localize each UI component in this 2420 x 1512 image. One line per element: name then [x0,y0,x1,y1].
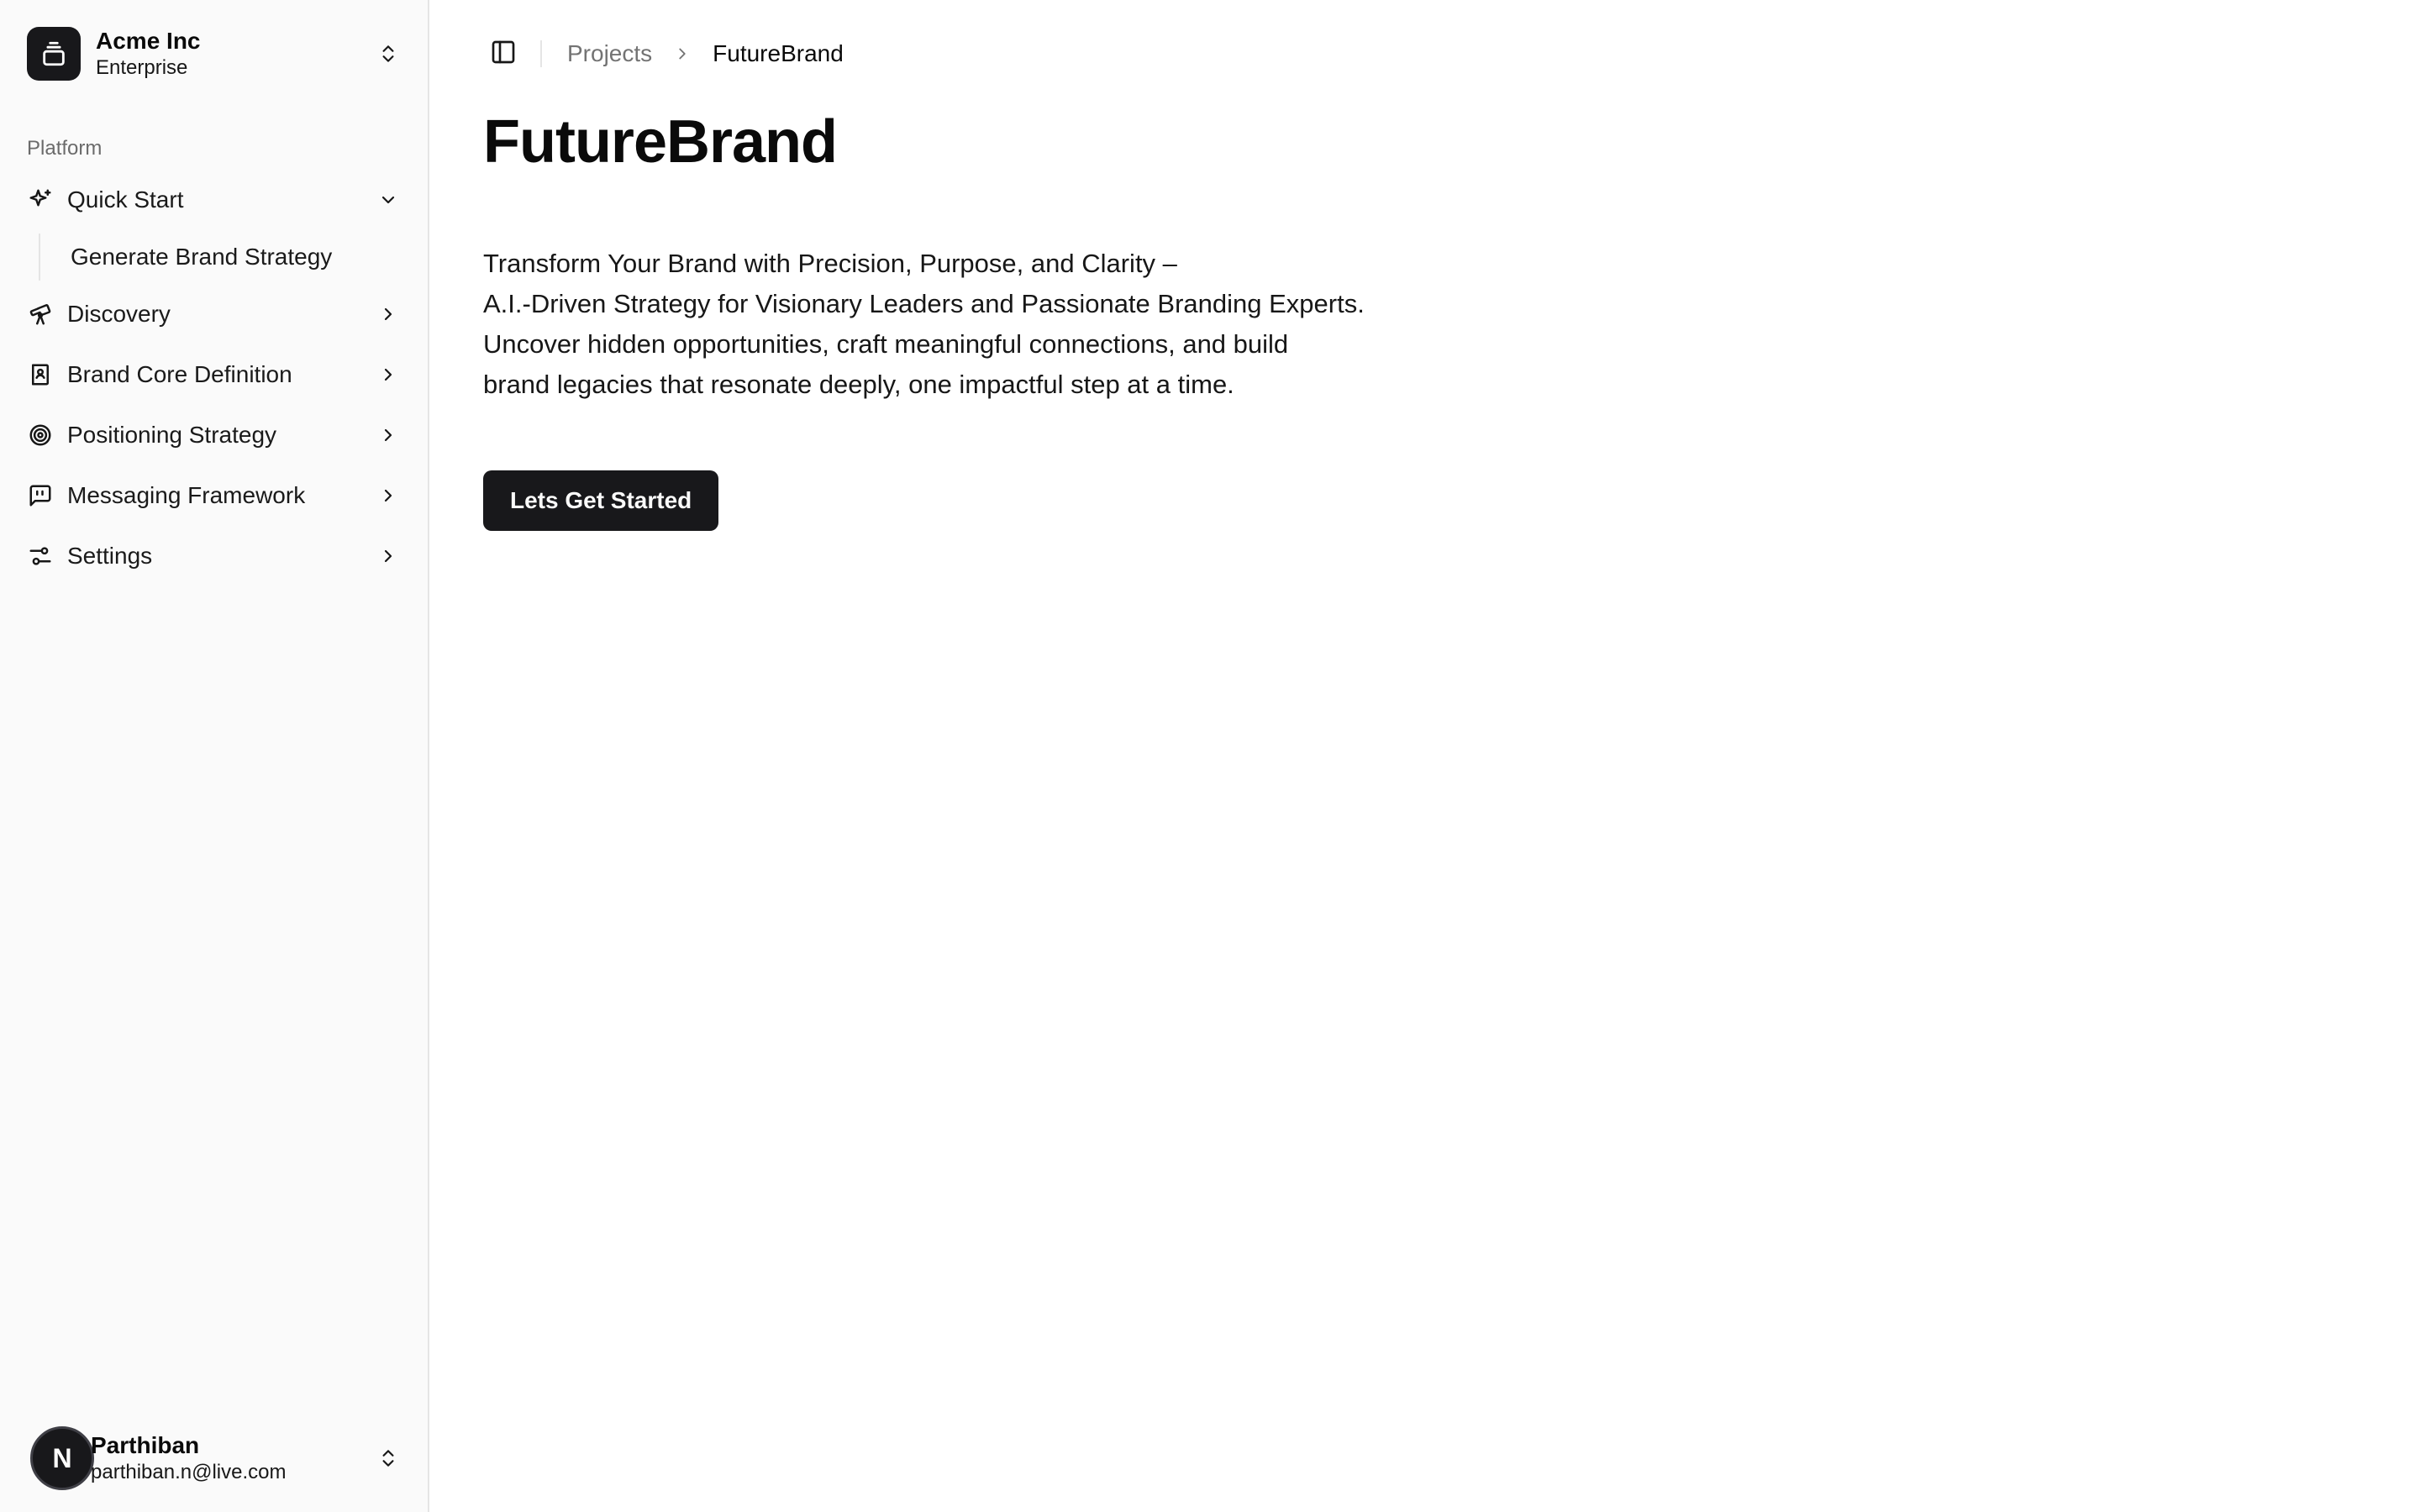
breadcrumb-link-projects[interactable]: Projects [567,40,652,67]
sidebar-nav: Quick Start Generate Brand Strategy Disc… [13,173,415,590]
description-line: brand legacies that resonate deeply, one… [483,370,1234,399]
sliders-icon [27,543,54,570]
user-menu[interactable]: N Parthiban parthiban.n@live.com [13,1418,415,1499]
book-user-icon [27,361,54,388]
sidebar-item-label: Messaging Framework [67,482,306,508]
sidebar-item-discovery[interactable]: Discovery [13,287,415,341]
sidebar-item-quick-start[interactable]: Quick Start [13,173,415,227]
user-email: parthiban.n@live.com [91,1461,287,1483]
chevrons-up-down-icon [375,1445,402,1472]
user-info: Parthiban parthiban.n@live.com [91,1431,375,1485]
chevron-right-icon [671,42,694,66]
team-info: Acme Inc Enterprise [96,27,375,81]
breadcrumb-current: FutureBrand [713,40,844,66]
sidebar-item-positioning-strategy[interactable]: Positioning Strategy [13,408,415,462]
team-switcher[interactable]: Acme Inc Enterprise [13,15,415,92]
panel-left-icon [490,39,517,70]
chevron-right-icon [375,301,402,328]
chevron-right-icon [375,361,402,388]
sparkles-icon [27,186,54,213]
app-root: Acme Inc Enterprise Platform Quick Start… [0,0,2420,1512]
page-title: FutureBrand [483,108,838,176]
breadcrumb: Projects FutureBrand [567,40,844,67]
sidebar: Acme Inc Enterprise Platform Quick Start… [0,0,429,1512]
sidebar-item-label: Settings [67,543,153,569]
sidebar-item-label: Brand Core Definition [67,361,292,387]
sidebar-item-settings[interactable]: Settings [13,529,415,583]
user-name: Parthiban [91,1432,200,1458]
team-plan: Enterprise [96,56,188,79]
topbar: Projects FutureBrand [483,34,844,74]
sidebar-submenu-quick-start: Generate Brand Strategy [39,234,415,281]
chevron-down-icon [375,186,402,213]
sidebar-item-label: Discovery [67,301,171,327]
sidebar-item-label: Quick Start [67,186,184,213]
message-square-quote-icon [27,482,54,509]
divider [540,40,542,67]
avatar: N [30,1426,94,1490]
sidebar-group-label: Platform [27,137,103,160]
chevron-right-icon [375,422,402,449]
description-line: Transform Your Brand with Precision, Pur… [483,249,1177,278]
sidebar-item-label: Positioning Strategy [67,422,277,448]
sidebar-item-messaging-framework[interactable]: Messaging Framework [13,469,415,522]
target-icon [27,422,54,449]
get-started-button[interactable]: Lets Get Started [483,470,719,531]
sidebar-subitem-generate-brand-strategy[interactable]: Generate Brand Strategy [57,234,415,281]
team-name: Acme Inc [96,28,201,54]
telescope-icon [27,301,54,328]
description-line: Uncover hidden opportunities, craft mean… [483,329,1289,359]
page-description: Transform Your Brand with Precision, Pur… [483,244,1441,405]
description-line: A.I.-Driven Strategy for Visionary Leade… [483,289,1365,318]
chevrons-up-down-icon [375,40,402,67]
gallery-stack-icon [27,27,81,81]
sidebar-toggle-button[interactable] [483,34,523,74]
sidebar-item-brand-core-definition[interactable]: Brand Core Definition [13,348,415,402]
main-content: Projects FutureBrand FutureBrand Transfo… [429,0,2420,1512]
chevron-right-icon [375,543,402,570]
chevron-right-icon [375,482,402,509]
